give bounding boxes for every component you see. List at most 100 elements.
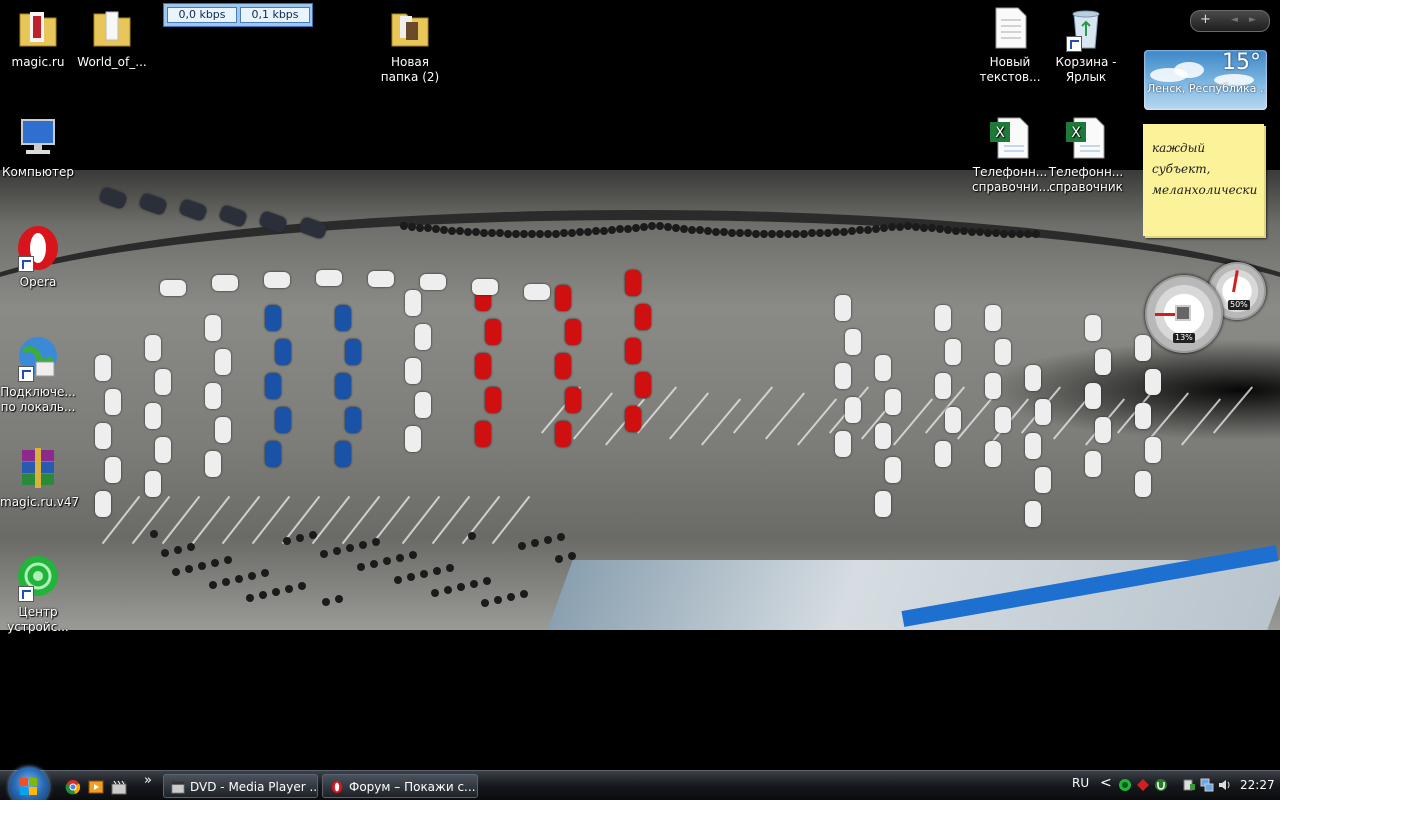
wallpaper-car — [275, 407, 291, 433]
svg-text:X: X — [1071, 125, 1081, 141]
network-meter-gadget[interactable]: 0,0 kbps 0,1 kbps — [163, 3, 313, 27]
wallpaper-motorcycle — [248, 572, 256, 580]
wallpaper-car — [265, 441, 281, 467]
weather-gadget[interactable]: 15° Ленск, Республика ... — [1144, 50, 1267, 110]
desktop-icon-recycle-bin-shortcut[interactable]: Корзина - Ярлык — [1048, 4, 1124, 85]
safely-remove-hardware-icon[interactable] — [1182, 778, 1196, 792]
desktop-icon-opera[interactable]: Opera — [0, 224, 76, 290]
wallpaper-car — [1145, 369, 1161, 395]
quick-launch-overflow-button[interactable]: » — [144, 773, 152, 788]
desktop-icon-label: Корзина - Ярлык — [1055, 55, 1117, 84]
wallpaper-motorcycle — [528, 229, 536, 238]
wallpaper-car — [95, 355, 111, 381]
wallpaper-motorcycle — [272, 588, 280, 596]
shortcut-arrow-icon — [18, 586, 34, 602]
desktop-icon-phone-directory-1[interactable]: X Телефонн... справочни... — [972, 114, 1051, 195]
wallpaper-car — [95, 423, 111, 449]
show-hidden-icons-button[interactable]: < — [1100, 775, 1112, 791]
wallpaper-car — [1145, 437, 1161, 463]
wallpaper-motorcycle — [346, 544, 354, 552]
chip-icon — [1175, 305, 1191, 321]
wallpaper-motorcycle — [246, 594, 254, 602]
desktop-icon-phone-directory-2[interactable]: X Телефонн... справочник — [1048, 114, 1124, 195]
wallpaper-motorcycle — [544, 536, 552, 544]
opera-icon — [331, 780, 343, 794]
desktop-icon-label: magic.ru — [11, 55, 65, 69]
language-indicator[interactable]: RU — [1072, 776, 1089, 790]
desktop-icon-device-center[interactable]: Центр устройс... — [0, 554, 76, 635]
next-gadget-page-button[interactable]: ► — [1249, 12, 1256, 28]
wallpaper-motorcycle — [968, 227, 976, 236]
desktop-icon-label: magic.ru.v47 — [0, 495, 80, 509]
wallpaper-car — [212, 275, 238, 292]
wallpaper-motorcycle — [944, 225, 952, 234]
network-status-icon[interactable] — [1200, 778, 1214, 792]
wallpaper-motorcycle — [507, 593, 515, 601]
text-document-icon — [986, 4, 1034, 52]
wallpaper-motorcycle — [407, 573, 415, 581]
taskbar-button-dvd-media-player[interactable]: DVD - Media Player ... — [163, 774, 318, 798]
wallpaper-motorcycle — [672, 224, 680, 233]
add-gadget-button[interactable]: + — [1200, 12, 1211, 28]
wallpaper-car — [835, 431, 851, 457]
wallpaper-car — [1035, 467, 1051, 493]
wallpaper-motorcycle — [712, 227, 720, 236]
wallpaper-car — [335, 441, 351, 467]
winrar-archive-icon — [14, 444, 62, 492]
wallpaper-motorcycle — [209, 581, 217, 589]
wallpaper-motorcycle — [494, 596, 502, 604]
excel-document-icon: X — [986, 114, 1034, 162]
wallpaper-motorcycle — [816, 229, 824, 238]
desktop-icon-label: Телефонн... справочни... — [972, 165, 1051, 194]
system-clock[interactable]: 22:27 — [1240, 778, 1275, 792]
desktop-wallpaper — [0, 170, 1280, 630]
taskbar-button-opera-forum[interactable]: Форум – Покажи с... — [322, 774, 478, 798]
wallpaper-car — [155, 437, 171, 463]
wallpaper-motorcycle — [688, 225, 696, 234]
wallpaper-car — [475, 421, 491, 447]
wallpaper-car — [275, 339, 291, 365]
wallpaper-motorcycle — [1032, 229, 1040, 238]
media-player-icon[interactable] — [88, 779, 104, 795]
wallpaper-motorcycle — [752, 229, 760, 238]
wallpaper-car — [1135, 335, 1151, 361]
wallpaper-motorcycle — [792, 229, 800, 238]
utorrent-icon[interactable] — [1154, 778, 1168, 792]
wallpaper-motorcycle — [235, 575, 243, 583]
sticky-note-text[interactable]: каждый субъект, меланхолически — [1152, 138, 1260, 201]
wallpaper-car — [555, 285, 571, 311]
desktop-icon-magic-ru-v47[interactable]: magic.ru.v47 — [0, 444, 80, 510]
green-status-icon[interactable] — [1118, 778, 1132, 792]
wallpaper-motorcycle — [568, 552, 576, 560]
desktop-icon-label: Новый текстов... — [979, 55, 1041, 84]
wallpaper-motorcycle — [446, 564, 454, 572]
prev-gadget-page-button[interactable]: ◄ — [1231, 12, 1238, 28]
start-button[interactable] — [9, 767, 49, 800]
wallpaper-motorcycle — [784, 229, 792, 238]
chrome-icon[interactable] — [65, 779, 81, 795]
desktop-icon-new-folder-2[interactable]: Новая папка (2) — [372, 4, 448, 85]
weather-temperature: 15° — [1222, 50, 1261, 75]
desktop-icon-computer[interactable]: Компьютер — [0, 114, 76, 180]
wallpaper-car — [845, 397, 861, 423]
wallpaper-motorcycle — [187, 543, 195, 551]
volume-icon[interactable] — [1218, 778, 1232, 792]
wallpaper-car — [415, 324, 431, 350]
wallpaper-car — [420, 274, 446, 290]
wallpaper-car — [1135, 403, 1151, 429]
memory-gauge-needle — [1232, 270, 1239, 293]
desktop-icon-new-text-document[interactable]: Новый текстов... — [972, 4, 1048, 85]
wallpaper-motorcycle — [174, 546, 182, 554]
desktop-icon-local-connection[interactable]: Подключе... по локаль... — [0, 334, 76, 415]
wallpaper-motorcycle — [872, 224, 880, 233]
desktop-icon-magic-ru[interactable]: magic.ru — [0, 4, 76, 70]
desktop-icon-world-of[interactable]: World_of_... — [74, 4, 150, 70]
sticky-note-gadget[interactable]: каждый субъект, меланхолически — [1143, 124, 1264, 236]
wallpaper-car — [845, 329, 861, 355]
wallpaper-motorcycle — [298, 582, 306, 590]
video-clapper-icon[interactable] — [111, 779, 127, 795]
red-diamond-icon[interactable] — [1136, 778, 1150, 792]
video-clapper-icon — [171, 781, 185, 794]
wallpaper-car — [215, 349, 231, 375]
wallpaper-car — [835, 363, 851, 389]
